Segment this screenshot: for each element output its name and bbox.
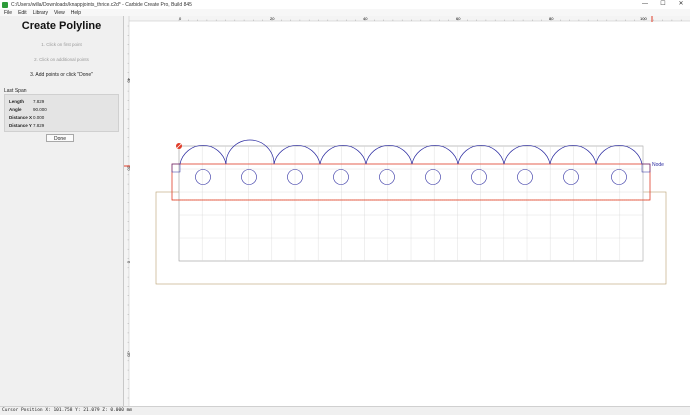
span-row-angle: Angle 90.000 (9, 107, 47, 112)
span-value: 0.000 (33, 115, 45, 120)
left-ruler-label: 40 (127, 78, 132, 83)
canvas-grid (179, 146, 644, 261)
step-1: 1. Click on first point (41, 42, 82, 47)
maximize-button[interactable]: ☐ (654, 0, 672, 9)
left-ruler (124, 16, 129, 406)
panel-title: Create Polyline (21, 20, 102, 32)
top-ruler-label: 80 (549, 16, 554, 21)
design-canvas[interactable]: 0 20 40 60 80 100 40 20 0 -20 Node (124, 16, 690, 406)
done-button[interactable]: Done (46, 134, 74, 142)
minimize-button[interactable]: — (636, 0, 654, 9)
title-bar: C:/Users/willa/Downloads/knappjoints_thr… (0, 0, 690, 9)
menu-edit[interactable]: Edit (18, 10, 27, 16)
menu-help[interactable]: Help (71, 10, 81, 16)
top-ruler-label: 60 (456, 16, 461, 21)
menu-library[interactable]: Library (33, 10, 48, 16)
span-value: 7.829 (33, 123, 45, 128)
node-label: Node (652, 162, 664, 168)
span-key: Length (9, 99, 24, 104)
top-ruler (124, 16, 690, 21)
span-key: Distance Y (9, 123, 32, 128)
span-row-distance-x: Distance X0.000 (9, 115, 44, 120)
span-key: Angle (9, 107, 22, 112)
span-value: 7.829 (33, 99, 45, 104)
step-2: 2. Click on additional points (34, 57, 89, 62)
span-row-length: Length 7.829 (9, 99, 44, 104)
step-3: 3. Add points or click "Done" (30, 72, 93, 78)
top-ruler-label: 100 (640, 16, 647, 21)
span-row-distance-y: Distance Y7.829 (9, 123, 44, 128)
app-icon (2, 1, 8, 8)
top-ruler-label: 20 (270, 16, 275, 21)
span-key: Distance X (9, 115, 33, 120)
menu-file[interactable]: File (4, 10, 12, 16)
canvas-svg[interactable]: 0 20 40 60 80 100 40 20 0 -20 Node (124, 16, 690, 406)
menu-view[interactable]: View (54, 10, 65, 16)
window-controls: — ☐ ✕ (636, 0, 690, 9)
top-ruler-label: 40 (363, 16, 368, 21)
left-ruler-label: 20 (127, 166, 132, 171)
tool-panel: Create Polyline 1. Click on first point … (0, 16, 124, 406)
window-title: C:/Users/willa/Downloads/knappjoints_thr… (11, 1, 192, 8)
span-value: 90.000 (33, 107, 47, 112)
close-button[interactable]: ✕ (672, 0, 690, 9)
last-span-box: Length 7.829 Angle 90.000 Distance X0.000 … (4, 94, 119, 132)
left-ruler-label: -20 (127, 351, 132, 358)
